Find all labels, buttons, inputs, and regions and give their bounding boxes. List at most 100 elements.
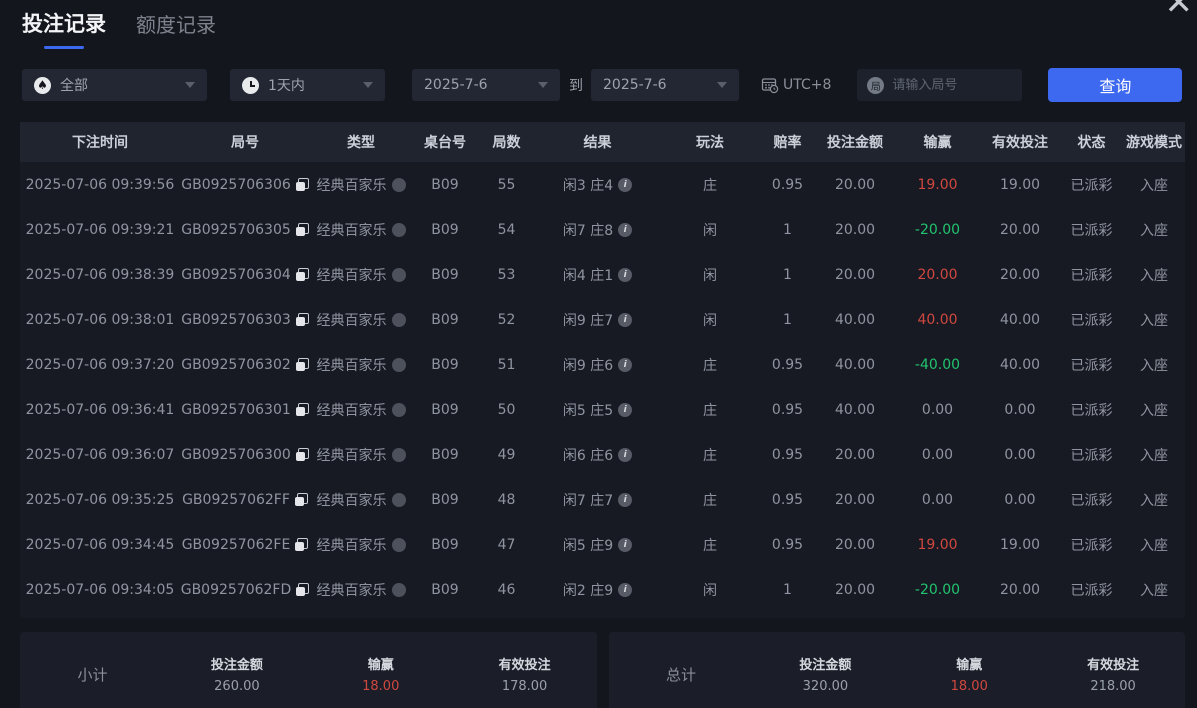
cell-win_loss: 0.00	[895, 402, 980, 418]
copy-icon[interactable]	[295, 178, 309, 191]
cell-time: 2025-07-06 09:38:01	[20, 312, 180, 328]
cell-round_id: GB0925706300	[180, 447, 310, 463]
copy-icon[interactable]	[296, 583, 310, 596]
cell-odds-text: 0.95	[771, 401, 804, 418]
cell-round_id: GB0925706304	[180, 267, 310, 283]
cell-play-text: 庄	[703, 402, 717, 419]
cell-type: 经典百家乐	[310, 445, 412, 465]
cell-round_id: GB09257062FE	[180, 537, 310, 553]
close-icon[interactable]: ✕	[1165, 0, 1194, 20]
cell-win_loss: -20.00	[895, 582, 980, 598]
cell-round_no-text: 50	[497, 401, 516, 418]
tab-betting-records[interactable]: 投注记录	[22, 8, 106, 49]
cell-mode: 入座	[1123, 490, 1185, 510]
info-icon[interactable]: i	[618, 312, 633, 327]
cell-mode-text: 入座	[1140, 312, 1168, 329]
cell-win_loss-text: -20.00	[914, 221, 961, 238]
game-detail-icon[interactable]	[391, 447, 406, 462]
date-from-select[interactable]: 2025-7-6	[412, 69, 560, 101]
cell-odds-text: 1	[783, 221, 792, 238]
copy-icon[interactable]	[294, 493, 308, 506]
stat-title: 有效投注	[1087, 658, 1140, 673]
stat-value: 178.00	[501, 679, 548, 694]
date-to-select[interactable]: 2025-7-6	[591, 69, 739, 101]
cell-table_no: B09	[412, 267, 478, 283]
copy-icon[interactable]	[295, 403, 309, 416]
info-icon[interactable]: i	[618, 267, 633, 282]
copy-icon[interactable]	[295, 223, 309, 236]
cell-status: 已派彩	[1060, 490, 1123, 510]
cell-result-text: 闲9 庄6	[562, 357, 614, 374]
round-id-input[interactable]	[892, 77, 1011, 93]
cell-odds: 0.95	[760, 357, 815, 373]
cell-odds: 0.95	[760, 492, 815, 508]
subtotal-panel: 小计 投注金额 260.00 输赢 18.00 有效投注 178.00	[20, 632, 597, 708]
game-type-select[interactable]: ♠ 全部	[22, 69, 207, 101]
cell-round_no-text: 49	[497, 446, 516, 463]
cell-play: 庄	[660, 400, 760, 420]
copy-icon[interactable]	[295, 268, 309, 281]
game-detail-icon[interactable]	[391, 582, 406, 597]
cell-round_id-text: GB0925706305	[181, 221, 291, 238]
cell-play-text: 闲	[703, 222, 717, 239]
tab-quota-records[interactable]: 额度记录	[136, 9, 216, 49]
search-button[interactable]: 查询	[1048, 68, 1183, 102]
cell-valid_bet-text: 19.00	[999, 176, 1041, 193]
cell-valid_bet: 40.00	[980, 357, 1060, 373]
game-detail-icon[interactable]	[391, 177, 406, 192]
cell-time-text: 2025-07-06 09:36:41	[25, 401, 175, 418]
info-icon[interactable]: i	[618, 447, 633, 462]
cell-round_id: GB0925706303	[180, 312, 310, 328]
copy-icon[interactable]	[295, 313, 309, 326]
cell-win_loss-text: -20.00	[914, 581, 961, 598]
cell-valid_bet-text: 40.00	[999, 311, 1041, 328]
game-detail-icon[interactable]	[391, 357, 406, 372]
copy-icon[interactable]	[295, 448, 309, 461]
cell-round_id-text: GB09257062FF	[182, 491, 290, 508]
cell-status-text: 已派彩	[1070, 267, 1113, 284]
info-icon[interactable]: i	[618, 357, 633, 372]
cell-type: 经典百家乐	[310, 310, 412, 330]
copy-icon[interactable]	[295, 358, 309, 371]
game-detail-icon[interactable]	[391, 402, 406, 417]
cell-status-text: 已派彩	[1070, 537, 1113, 554]
game-detail-icon[interactable]	[391, 312, 406, 327]
info-icon[interactable]: i	[618, 222, 633, 237]
game-detail-icon[interactable]	[391, 222, 406, 237]
info-icon[interactable]: i	[618, 402, 633, 417]
cell-bet: 40.00	[815, 357, 895, 373]
copy-icon[interactable]	[295, 538, 309, 551]
col-header-bet: 投注金额	[827, 135, 883, 151]
cell-time-text: 2025-07-06 09:38:39	[25, 266, 175, 283]
cell-time: 2025-07-06 09:36:07	[20, 447, 180, 463]
info-icon[interactable]: i	[618, 537, 633, 552]
cell-status: 已派彩	[1060, 445, 1123, 465]
game-detail-icon[interactable]	[391, 492, 406, 507]
cell-play: 庄	[660, 445, 760, 465]
cell-win_loss-text: 19.00	[917, 176, 958, 193]
cell-bet: 20.00	[815, 267, 895, 283]
cell-result: 闲3 庄4 i	[535, 175, 660, 195]
cell-round_id-text: GB09257062FE	[181, 536, 291, 553]
info-icon[interactable]: i	[618, 492, 633, 507]
spade-icon: ♠	[34, 76, 51, 94]
stat-title: 输赢	[367, 658, 394, 673]
cell-type-text: 经典百家乐	[316, 222, 387, 239]
info-icon[interactable]: i	[618, 582, 633, 597]
cell-time-text: 2025-07-06 09:38:01	[25, 311, 175, 328]
cell-odds-text: 1	[783, 311, 792, 328]
time-range-select[interactable]: 1天内	[230, 69, 385, 101]
col-header-result: 结果	[583, 135, 612, 151]
stat-title: 有效投注	[498, 658, 551, 673]
cell-bet: 20.00	[815, 582, 895, 598]
cell-table_no: B09	[412, 447, 478, 463]
time-range-value: 1天内	[268, 78, 305, 94]
game-detail-icon[interactable]	[391, 267, 406, 282]
cell-odds: 0.95	[760, 177, 815, 193]
cell-round_id: GB0925706305	[180, 222, 310, 238]
cell-odds-text: 0.95	[771, 536, 804, 553]
info-icon[interactable]: i	[618, 177, 633, 192]
cell-play-text: 闲	[703, 582, 717, 599]
cell-play: 庄	[660, 355, 760, 375]
game-detail-icon[interactable]	[391, 537, 406, 552]
